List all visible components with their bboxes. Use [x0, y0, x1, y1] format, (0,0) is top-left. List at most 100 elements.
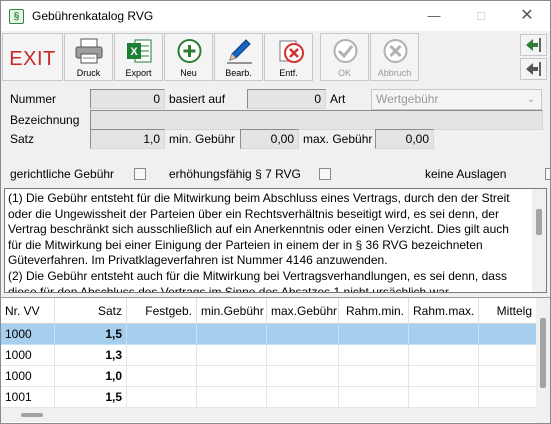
max-gebuehr-field[interactable]: 0,00: [375, 129, 434, 149]
cell-festgeb: [127, 345, 197, 366]
new-button[interactable]: Neu: [164, 33, 213, 81]
chevron-down-icon: ⌄: [526, 94, 535, 105]
col-min-gebuehr[interactable]: min.Gebühr: [197, 298, 267, 324]
arrow-left-gray-icon: [526, 62, 541, 76]
max-gebuehr-label: max. Gebühr: [303, 132, 373, 146]
col-mittelgebuehr[interactable]: Mittelg: [479, 298, 536, 324]
gerichtliche-checkbox[interactable]: [134, 168, 146, 180]
cancel-icon: [371, 37, 418, 65]
minimize-button[interactable]: —: [411, 1, 457, 31]
cell-max: [267, 387, 339, 408]
delete-button[interactable]: Entf.: [264, 33, 313, 81]
cell-mittel: [479, 345, 536, 366]
cancel-button[interactable]: Abbruch: [370, 33, 419, 81]
plus-icon: [165, 37, 212, 65]
cell-satz: 1,0: [55, 366, 127, 387]
detail-form: Nummer 0 basiert auf 0 Art Wertgebühr ⌄ …: [1, 83, 550, 183]
cell-mittel: [479, 387, 536, 408]
min-gebuehr-field[interactable]: 0,00: [240, 129, 299, 149]
cell-mittel: [479, 366, 536, 387]
auslagen-checkbox[interactable]: [545, 168, 550, 180]
grid-vertical-scrollbar[interactable]: [536, 298, 550, 423]
exit-button[interactable]: EXIT: [2, 33, 63, 81]
close-button[interactable]: ✕: [504, 1, 550, 31]
table-row[interactable]: 1001 1,5: [1, 387, 536, 408]
nummer-field[interactable]: 0: [90, 89, 165, 109]
cell-rahm-max: [409, 345, 479, 366]
nav-back-alt-button[interactable]: [520, 58, 547, 80]
pencil-icon: [215, 37, 262, 65]
edit-button[interactable]: Bearb.: [214, 33, 263, 81]
cell-max: [267, 345, 339, 366]
cell-festgeb: [127, 324, 197, 345]
toolbar: EXIT Druck X Export Neu Bearb. Entf. OK …: [1, 31, 550, 83]
cell-rahm-min: [339, 387, 409, 408]
cell-festgeb: [127, 387, 197, 408]
grid-vscroll-thumb[interactable]: [540, 318, 546, 388]
ok-button[interactable]: OK: [320, 33, 369, 81]
erhoehung-checkbox[interactable]: [319, 168, 331, 180]
satz-label: Satz: [10, 132, 35, 146]
cell-rahm-min: [339, 345, 409, 366]
bezeichnung-field[interactable]: [90, 110, 543, 130]
bezeichnung-label: Bezeichnung: [10, 113, 80, 127]
cell-satz: 1,5: [55, 324, 127, 345]
cell-nr: 1000: [1, 324, 55, 345]
cell-min: [197, 345, 267, 366]
export-button[interactable]: X Export: [114, 33, 163, 81]
cancel-label: Abbruch: [377, 68, 412, 78]
cell-min: [197, 324, 267, 345]
satz-field[interactable]: 1,0: [90, 129, 165, 149]
cell-rahm-min: [339, 366, 409, 387]
description-memo[interactable]: (1) Die Gebühr entsteht für die Mitwirku…: [4, 188, 547, 293]
app-icon: §: [9, 9, 24, 24]
arrow-left-green-icon: [526, 38, 541, 52]
grid-horizontal-scrollbar[interactable]: [1, 408, 536, 422]
print-button[interactable]: Druck: [64, 33, 113, 81]
cell-min: [197, 387, 267, 408]
cell-rahm-max: [409, 366, 479, 387]
maximize-button[interactable]: □: [458, 1, 504, 31]
cell-nr: 1000: [1, 345, 55, 366]
fee-grid: Nr. VV Satz Festgeb. min.Gebühr max.Gebü…: [1, 297, 550, 423]
grid-header: Nr. VV Satz Festgeb. min.Gebühr max.Gebü…: [1, 298, 536, 324]
erhoehung-label: erhöhungsfähig § 7 RVG: [169, 167, 301, 181]
svg-text:X: X: [130, 46, 138, 58]
delete-label: Entf.: [279, 68, 298, 78]
window-title: Gebührenkatalog RVG: [32, 9, 154, 23]
ok-label: OK: [337, 68, 351, 78]
title-bar: § Gebührenkatalog RVG — □ ✕: [1, 1, 550, 31]
memo-scrollbar[interactable]: [532, 189, 546, 292]
table-row[interactable]: 1000 1,0: [1, 366, 536, 387]
table-row[interactable]: 1000 1,5: [1, 324, 536, 345]
description-text: (1) Die Gebühr entsteht für die Mitwirku…: [8, 191, 510, 293]
col-rahm-min[interactable]: Rahm.min.: [339, 298, 409, 324]
art-label: Art: [330, 92, 346, 106]
col-rahm-max[interactable]: Rahm.max.: [409, 298, 479, 324]
cell-nr: 1001: [1, 387, 55, 408]
excel-icon: X: [115, 37, 162, 65]
basiert-field[interactable]: 0: [247, 89, 326, 109]
gerichtliche-label: gerichtliche Gebühr: [10, 167, 115, 181]
col-max-gebuehr[interactable]: max.Gebühr: [267, 298, 339, 324]
exit-label: EXIT: [9, 48, 56, 70]
table-row[interactable]: 1000 1,3: [1, 345, 536, 366]
cell-satz: 1,3: [55, 345, 127, 366]
col-festgeb[interactable]: Festgeb.: [127, 298, 197, 324]
nav-back-button[interactable]: [520, 34, 547, 56]
nummer-label: Nummer: [10, 92, 57, 106]
auslagen-label: keine Auslagen: [425, 167, 507, 181]
printer-icon: [65, 37, 112, 65]
memo-scroll-thumb[interactable]: [536, 209, 542, 235]
delete-icon: [265, 37, 312, 65]
art-select[interactable]: Wertgebühr ⌄: [371, 89, 542, 110]
cell-nr: 1000: [1, 366, 55, 387]
check-icon: [321, 37, 368, 65]
col-satz[interactable]: Satz: [55, 298, 127, 324]
min-gebuehr-label: min. Gebühr: [169, 132, 236, 146]
cell-max: [267, 324, 339, 345]
print-label: Druck: [76, 68, 101, 78]
art-value: Wertgebühr: [376, 92, 439, 106]
grid-hscroll-thumb[interactable]: [21, 413, 43, 417]
col-nr-vv[interactable]: Nr. VV: [1, 298, 55, 324]
